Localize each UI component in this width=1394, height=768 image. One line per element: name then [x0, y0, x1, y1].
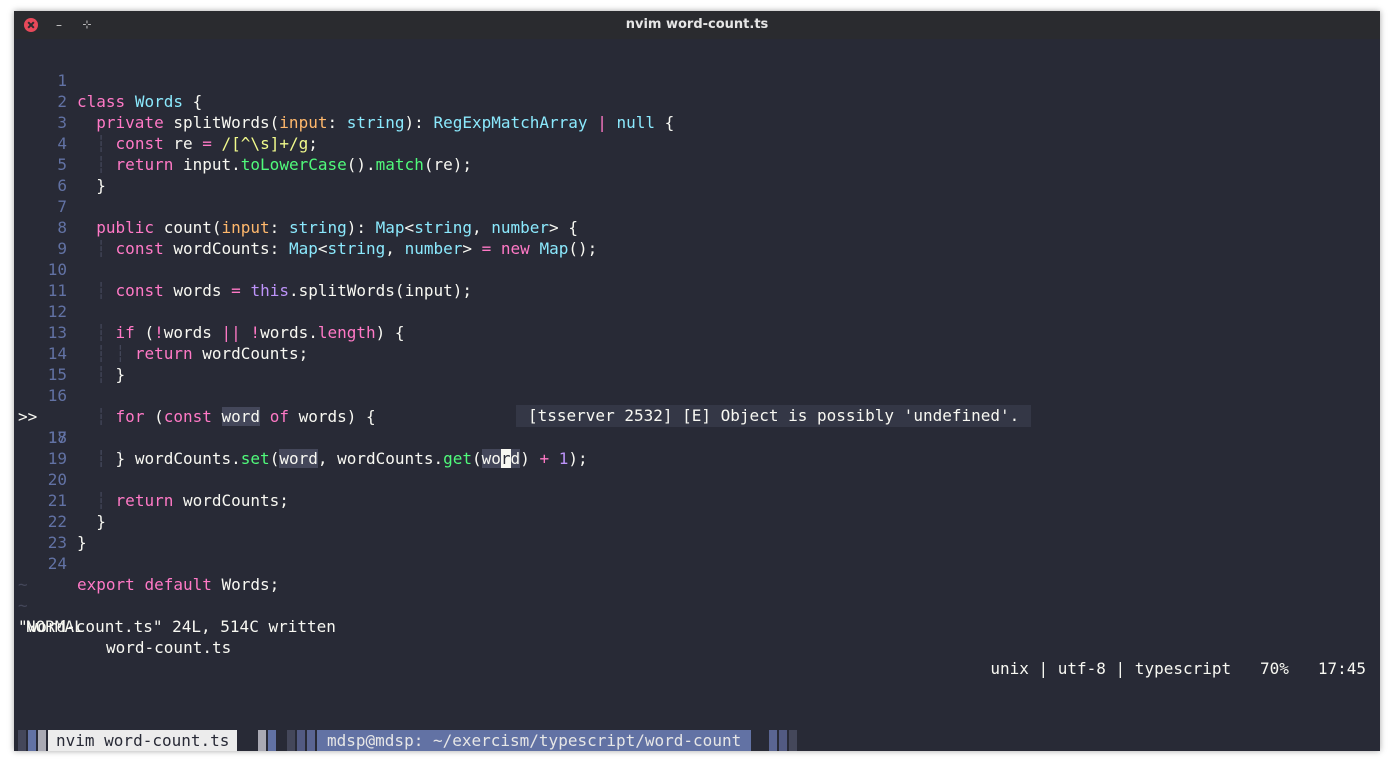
- code-line: 2 private splitWords(input: string): Reg…: [14, 70, 1380, 132]
- tmux-separator: [769, 730, 777, 751]
- diagnostic-popup: [tsserver 2532] [E] Object is possibly '…: [516, 405, 1032, 427]
- status-file-info: unix | utf-8 | typescript 70% 17:45: [990, 659, 1366, 678]
- tmux-separator: [307, 730, 315, 751]
- code-line: 5 }: [14, 133, 1380, 195]
- status-filename: word-count.ts: [106, 638, 232, 657]
- code-line: 21 }: [14, 469, 1380, 531]
- code-line: 14 ┆ }: [14, 322, 1380, 384]
- code-line: 4 ┆ return input.toLowerCase().match(re)…: [14, 112, 1380, 174]
- empty-buffer-line: ~: [18, 596, 28, 615]
- terminal-window: – ⊹ nvim word-count.ts 1 class Words { 2…: [14, 11, 1380, 751]
- tmux-status-bar: nvim word-count.ts mdsp@mdsp: ~/exercism…: [14, 730, 1380, 751]
- tmux-separator: [28, 730, 36, 751]
- command-line-message: "word-count.ts" 24L, 514C written: [18, 617, 336, 636]
- status-line: NORMAL word-count.ts unix | utf-8 | type…: [14, 595, 1380, 678]
- code-line: 20 ┆ return wordCounts;: [14, 448, 1380, 510]
- tmux-separator: [779, 730, 787, 751]
- code-line: 1 class Words {: [14, 49, 1380, 111]
- code-line: 24 export default Words;: [14, 532, 1380, 594]
- code-line: 8 ┆ const wordCounts: Map<string, number…: [14, 196, 1380, 258]
- code-line: 16 ┆ for (const word of words) {: [14, 364, 1380, 426]
- empty-buffer-line: ~: [18, 575, 28, 594]
- tmux-pane-path: mdsp@mdsp: ~/exercism/typescript/word-co…: [317, 730, 752, 751]
- code-line: 19: [14, 427, 1380, 468]
- tmux-window-tab[interactable]: nvim word-count.ts: [48, 730, 238, 751]
- tmux-separator: [789, 730, 797, 751]
- tmux-separator: [18, 730, 26, 751]
- tmux-separator: [38, 730, 46, 751]
- code-line: 6: [14, 154, 1380, 195]
- code-line: 10 ┆ const words = this.splitWords(input…: [14, 238, 1380, 300]
- code-line: 7 public count(input: string): Map<strin…: [14, 175, 1380, 237]
- tmux-separator: [297, 730, 305, 751]
- code-line: 22 }: [14, 490, 1380, 552]
- code-line: 11: [14, 259, 1380, 300]
- tmux-separator: [258, 730, 266, 751]
- code-line: 15: [14, 343, 1380, 384]
- code-line: 9: [14, 217, 1380, 258]
- code-line: >> 17 ┆ ┆ wordCounts.set(word, wordCount…: [14, 385, 1380, 468]
- code-line: 13 ┆ ┆ return wordCounts;: [14, 301, 1380, 363]
- code-line: 12 ┆ if (!words || !words.length) {: [14, 280, 1380, 342]
- tmux-separator: [268, 730, 276, 751]
- code-line: 23: [14, 511, 1380, 552]
- tmux-separator: [287, 730, 295, 751]
- window-title: nvim word-count.ts: [625, 17, 769, 32]
- title-bar: – ⊹ nvim word-count.ts: [14, 11, 1380, 39]
- code-line: 3 ┆ const re = /[^\s]+/g;: [14, 91, 1380, 153]
